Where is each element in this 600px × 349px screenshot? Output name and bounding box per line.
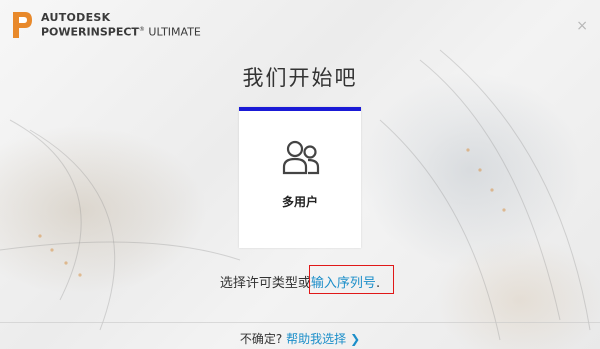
footer-divider <box>0 322 600 323</box>
help-me-choose-link[interactable]: 帮助我选择 <box>286 332 346 346</box>
trademark: ® <box>138 25 145 33</box>
choose-prefix: 选择许可类型或 <box>219 276 311 291</box>
autodesk-p-logo-icon <box>13 12 32 38</box>
users-icon <box>282 140 320 175</box>
page-title: 我们开始吧 <box>242 66 358 90</box>
card-label: 多用户 <box>281 195 318 209</box>
footer-question: 不确定? <box>239 332 283 346</box>
brand-product-line: POWERINSPECT® ULTIMATE <box>41 24 201 39</box>
license-choice-text: 选择许可类型或输入序列号. <box>0 272 600 291</box>
brand-product: POWERINSPECT <box>41 25 139 39</box>
highlight-box <box>309 265 394 294</box>
brand-edition: ULTIMATE <box>148 25 201 39</box>
close-icon[interactable]: × <box>576 19 588 33</box>
footer: 不确定? 帮助我选择 ❯ <box>0 330 600 347</box>
multi-user-license-card[interactable]: 多用户 <box>239 107 361 248</box>
chevron-right-icon[interactable]: ❯ <box>350 332 360 346</box>
app-header: AUTODESK POWERINSPECT® ULTIMATE <box>11 9 201 41</box>
brand-company: AUTODESK <box>41 10 111 24</box>
brand-text: AUTODESK POWERINSPECT® ULTIMATE <box>41 10 201 39</box>
